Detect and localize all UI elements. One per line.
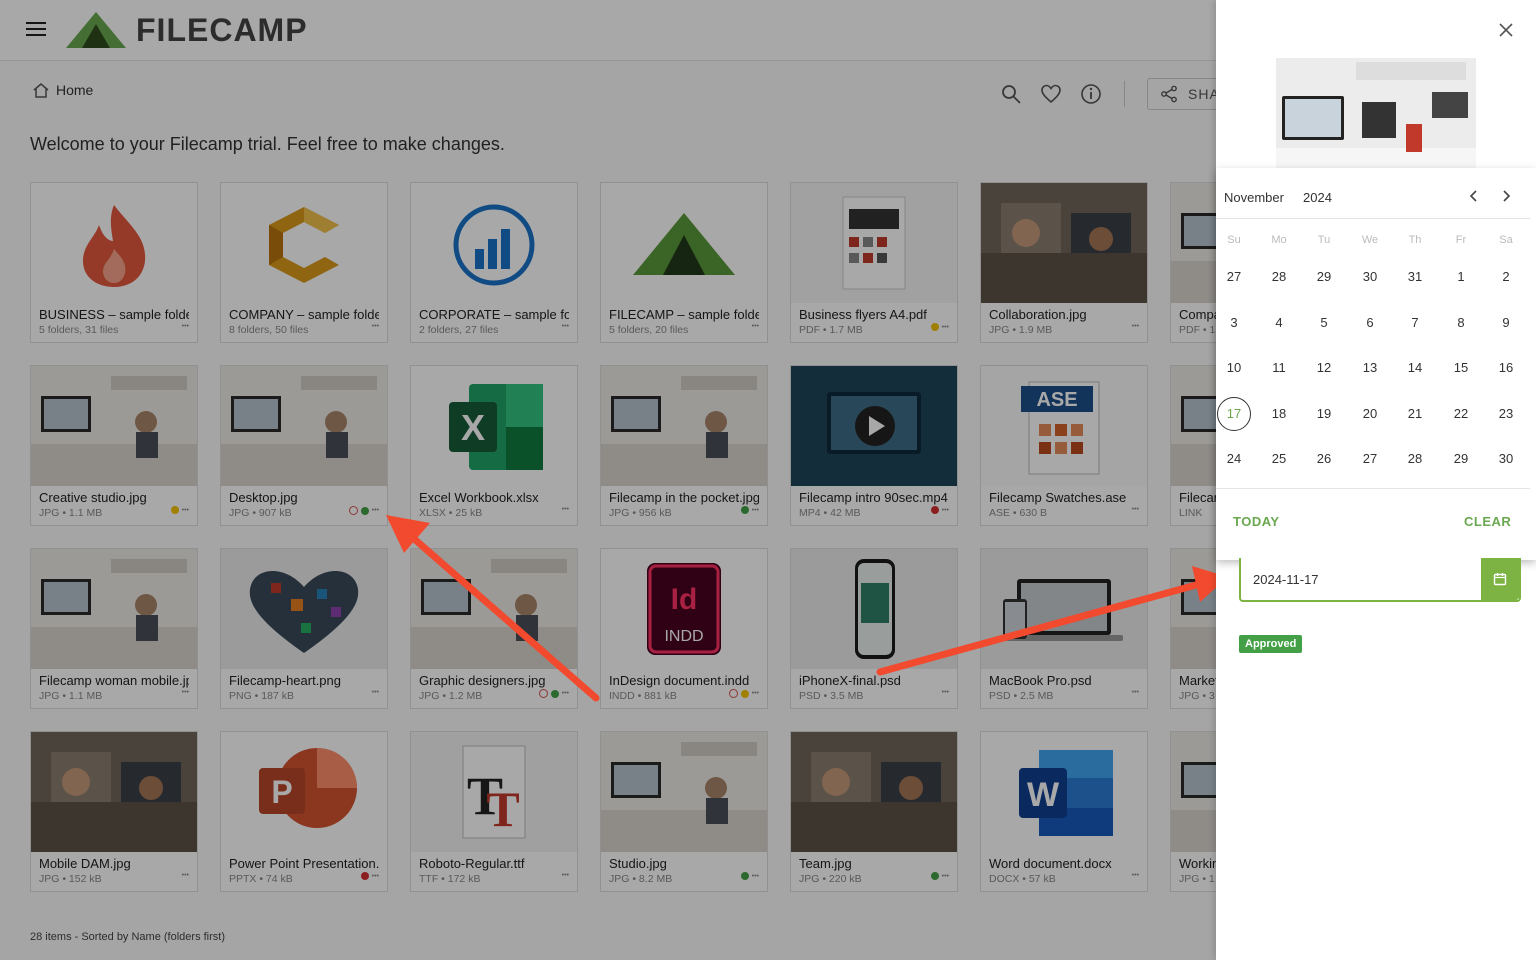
calendar-day[interactable]: 30 — [1489, 442, 1523, 476]
weekday-label: Sa — [1499, 234, 1513, 246]
today-button[interactable]: TODAY — [1233, 514, 1280, 529]
calendar-day[interactable]: 25 — [1262, 442, 1296, 476]
calendar-divider — [1216, 218, 1530, 219]
file-preview-image — [1276, 58, 1476, 170]
due-date-value[interactable]: 2024-11-17 — [1253, 572, 1319, 587]
calendar-day[interactable]: 31 — [1398, 260, 1432, 294]
calendar-day[interactable]: 10 — [1217, 351, 1251, 385]
calendar-day[interactable]: 5 — [1307, 306, 1341, 340]
calendar-day[interactable]: 18 — [1262, 397, 1296, 431]
calendar-day[interactable]: 24 — [1217, 442, 1251, 476]
calendar-day[interactable]: 1 — [1444, 260, 1478, 294]
weekday-label: Mo — [1271, 234, 1287, 246]
calendar-day[interactable]: 28 — [1398, 442, 1432, 476]
calendar-day[interactable]: 27 — [1353, 442, 1387, 476]
calendar-day[interactable]: 16 — [1489, 351, 1523, 385]
calendar-day[interactable]: 13 — [1353, 351, 1387, 385]
calendar-day[interactable]: 29 — [1444, 442, 1478, 476]
weekday-label: Th — [1408, 234, 1422, 246]
chevron-left-icon[interactable] — [1466, 188, 1482, 204]
calendar-day[interactable]: 28 — [1262, 260, 1296, 294]
chevron-right-icon[interactable] — [1498, 188, 1514, 204]
weekday-label: Tu — [1317, 234, 1331, 246]
calendar-day[interactable]: 20 — [1353, 397, 1387, 431]
calendar-button[interactable] — [1481, 558, 1519, 600]
date-picker: November 2024 Su Mo Tu We Th Fr Sa 27 28 29 30 31 1… — [1216, 168, 1536, 560]
calendar-year[interactable]: 2024 — [1303, 190, 1332, 205]
calendar-day[interactable]: 26 — [1307, 442, 1341, 476]
calendar-day[interactable]: 12 — [1307, 351, 1341, 385]
calendar-day[interactable]: 11 — [1262, 351, 1296, 385]
weekday-label: Fr — [1455, 234, 1467, 246]
calendar-icon — [1493, 573, 1507, 586]
calendar-day[interactable]: 2 — [1489, 260, 1523, 294]
calendar-day[interactable]: 17 — [1217, 396, 1251, 431]
status-badge[interactable]: Approved — [1239, 635, 1303, 653]
calendar-month[interactable]: November — [1224, 190, 1284, 205]
calendar-day[interactable]: 8 — [1444, 306, 1478, 340]
close-icon[interactable] — [1496, 20, 1516, 40]
calendar-day[interactable]: 27 — [1217, 260, 1251, 294]
calendar-day[interactable]: 15 — [1444, 351, 1478, 385]
calendar-day[interactable]: 30 — [1353, 260, 1387, 294]
due-date-field[interactable]: 2024-11-17 — [1239, 558, 1521, 602]
calendar-day[interactable]: 7 — [1398, 306, 1432, 340]
calendar-day[interactable]: 14 — [1398, 351, 1432, 385]
calendar-day[interactable]: 4 — [1262, 306, 1296, 340]
calendar-day[interactable]: 22 — [1444, 397, 1478, 431]
clear-button[interactable]: CLEAR — [1464, 514, 1511, 529]
calendar-divider — [1216, 488, 1530, 489]
calendar-day[interactable]: 9 — [1489, 306, 1523, 340]
calendar-day[interactable]: 23 — [1489, 397, 1523, 431]
calendar-day[interactable]: 6 — [1353, 306, 1387, 340]
calendar-day[interactable]: 19 — [1307, 397, 1341, 431]
calendar-day[interactable]: 3 — [1217, 306, 1251, 340]
weekday-label: Su — [1227, 234, 1241, 246]
calendar-day[interactable]: 21 — [1398, 397, 1432, 431]
modal-backdrop[interactable] — [0, 0, 1216, 960]
weekday-label: We — [1361, 234, 1379, 246]
calendar-day[interactable]: 29 — [1307, 260, 1341, 294]
